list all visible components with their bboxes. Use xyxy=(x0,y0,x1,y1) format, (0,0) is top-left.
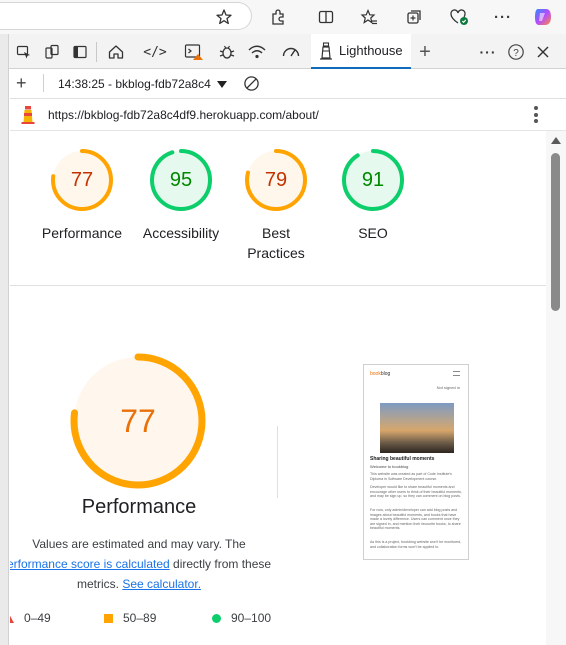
more-icon[interactable]: ··· xyxy=(492,6,514,28)
tab-lighthouse-label: Lighthouse xyxy=(339,43,403,58)
legend-fail: 0–49 xyxy=(10,611,51,625)
sources-icon[interactable] xyxy=(216,42,238,62)
star-icon[interactable] xyxy=(213,6,235,28)
average-square-icon xyxy=(104,613,113,623)
svg-text:?: ? xyxy=(513,48,519,59)
thumb-sky-image xyxy=(380,403,454,453)
legend-pass: 90–100 xyxy=(212,611,271,625)
gauge-score: 79 xyxy=(264,169,288,191)
note-line-1: Values are estimated and may vary. The xyxy=(32,537,246,551)
device-toolbar-icon[interactable] xyxy=(41,42,63,62)
note-line-3: metrics. xyxy=(76,577,119,591)
gauge-label: SEO xyxy=(358,225,388,241)
report-url-bar: https://bkblog-fdb72a8c4df9.herokuapp.co… xyxy=(10,99,566,131)
score-gauge-best-practices[interactable]: 79 Best Practices xyxy=(226,147,326,263)
legend-fail-label: 0–49 xyxy=(24,611,51,625)
new-report-icon[interactable]: + xyxy=(16,74,27,92)
score-calculated-link[interactable]: erformance score is calculated xyxy=(10,557,170,571)
performance-icon[interactable] xyxy=(280,42,302,62)
thumb-title: Sharing beautiful moments xyxy=(370,456,435,462)
performance-title: Performance xyxy=(81,496,197,518)
report-selector[interactable]: 14:38:25 - bkblog-fdb72a8c4 xyxy=(58,77,211,91)
devtools-tabbar: </> Lighthouse + ··· ? xyxy=(0,34,566,69)
score-gauge-accessibility[interactable]: 95 Accessibility xyxy=(131,147,231,243)
browser-toolbar: ··· xyxy=(0,0,566,34)
inspect-icon[interactable] xyxy=(13,42,35,62)
help-icon[interactable]: ? xyxy=(505,42,527,62)
extensions-icon[interactable] xyxy=(267,6,289,28)
gauge-label: Best Practices xyxy=(247,225,305,261)
add-tab-icon[interactable]: + xyxy=(414,41,436,63)
lighthouse-logo-icon xyxy=(20,105,36,128)
lighthouse-icon xyxy=(319,41,333,60)
thumb-subtitle: Welcome to bookblog xyxy=(370,464,409,469)
legend-average: 50–89 xyxy=(104,611,156,625)
report-url[interactable]: https://bkblog-fdb72a8c4df9.herokuapp.co… xyxy=(48,108,319,122)
performance-score: 77 xyxy=(120,403,156,439)
note-line-2: directly from these xyxy=(169,557,272,571)
gauge-ring: 91 xyxy=(340,147,406,213)
report-scrollbar[interactable] xyxy=(546,131,566,645)
browser-essentials-icon[interactable] xyxy=(448,6,470,28)
toolbar-separator xyxy=(96,42,97,62)
page-screenshot-thumbnail[interactable]: bookblog Not signed in Sharing beautiful… xyxy=(363,364,469,560)
split-screen-icon[interactable] xyxy=(315,6,337,28)
score-gauge-seo[interactable]: 91 SEO xyxy=(323,147,423,243)
copilot-icon[interactable] xyxy=(532,6,554,28)
scroll-up-arrow-icon[interactable] xyxy=(551,137,561,144)
vertical-divider xyxy=(277,426,278,498)
favorites-icon[interactable] xyxy=(358,6,380,28)
performance-gauge: 77 xyxy=(68,351,208,491)
collections-icon[interactable] xyxy=(403,6,425,28)
scrollbar-thumb[interactable] xyxy=(551,153,560,311)
gauge-score: 77 xyxy=(70,169,94,191)
thumb-brand: bookblog xyxy=(370,371,391,377)
thumb-paragraph: This website was created as part of Code… xyxy=(370,472,452,481)
performance-note: Values are estimated and may vary. The e… xyxy=(10,534,278,594)
gauge-label: Performance xyxy=(41,225,123,241)
welcome-icon[interactable] xyxy=(105,42,127,62)
thumb-menu-icon xyxy=(453,371,460,376)
devtools-more-icon[interactable]: ··· xyxy=(477,42,499,62)
close-devtools-icon[interactable] xyxy=(532,42,554,62)
legend-average-label: 50–89 xyxy=(123,611,157,625)
report-menu-icon[interactable] xyxy=(534,106,538,123)
gauge-label: Accessibility xyxy=(142,225,220,241)
thumb-paragraph: Developer would like to share beautiful … xyxy=(370,485,462,499)
thumb-paragraph: For now, only admin/developer can add bl… xyxy=(370,508,461,531)
devtools-left-edge xyxy=(0,34,9,645)
tab-lighthouse[interactable]: Lighthouse xyxy=(311,34,411,69)
pass-circle-icon xyxy=(212,613,221,623)
thumb-signed-status: Not signed in xyxy=(436,385,460,390)
elements-icon[interactable]: </> xyxy=(143,42,166,62)
section-divider xyxy=(10,285,546,286)
clear-reports-icon[interactable] xyxy=(243,75,260,95)
chevron-down-icon[interactable] xyxy=(217,81,227,88)
thumb-paragraph: As this is a project, bookblog website w… xyxy=(370,540,462,549)
dock-icon[interactable] xyxy=(69,42,91,62)
score-gauge-performance[interactable]: 77 Performance xyxy=(32,147,132,243)
fail-triangle-icon xyxy=(10,613,14,623)
gauge-ring: 79 xyxy=(243,147,309,213)
gauge-ring: 77 xyxy=(49,147,115,213)
legend-pass-label: 90–100 xyxy=(231,611,272,625)
network-icon[interactable] xyxy=(246,42,268,62)
toolbar-separator xyxy=(43,74,44,92)
see-calculator-link[interactable]: See calculator. xyxy=(122,577,201,591)
lighthouse-toolbar: + 14:38:25 - bkblog-fdb72a8c4 xyxy=(10,69,566,99)
gauge-ring: 95 xyxy=(148,147,214,213)
gauge-score: 95 xyxy=(169,169,193,191)
console-icon[interactable] xyxy=(183,42,205,62)
gauge-score: 91 xyxy=(361,169,385,191)
lighthouse-report: 77 Performance 95 Accessibility 79 Best Pract… xyxy=(10,131,546,645)
